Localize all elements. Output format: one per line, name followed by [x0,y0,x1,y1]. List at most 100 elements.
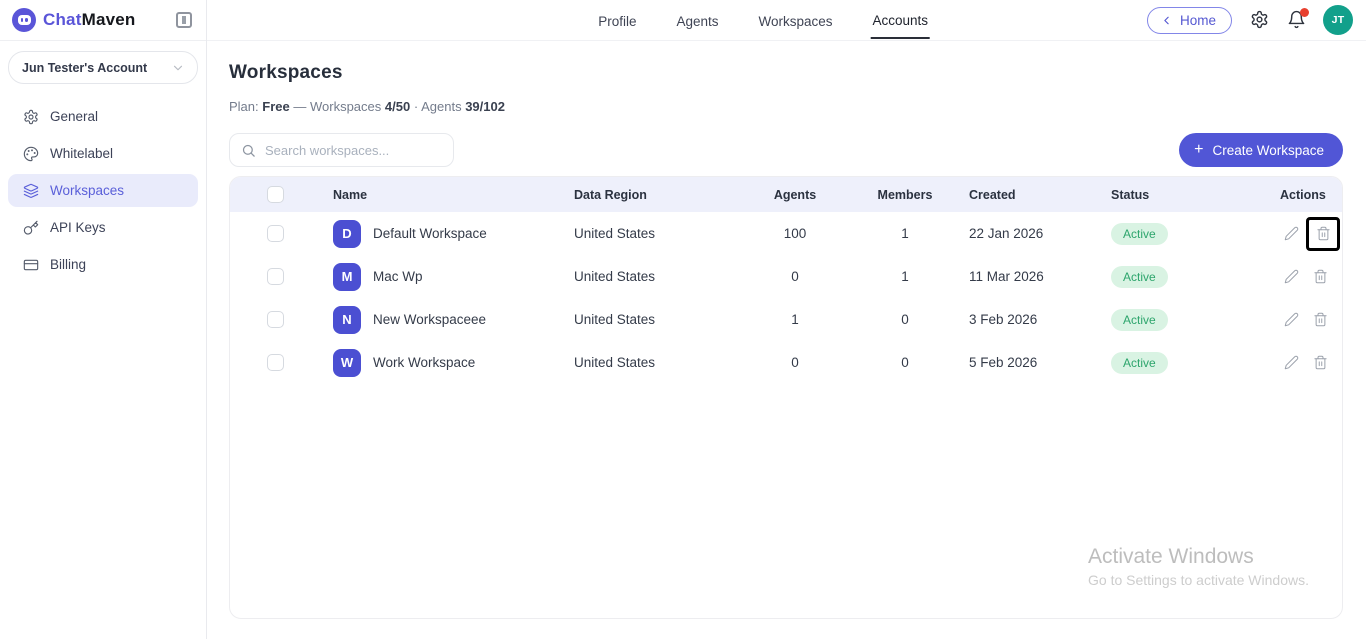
workspaces-table: Name Data Region Agents Members Created … [229,176,1343,619]
workspace-agents: 100 [730,226,860,241]
sidebar-item-workspaces[interactable]: Workspaces [8,174,198,207]
pencil-icon [1284,312,1299,327]
workspaces-count: 4/50 [385,99,410,114]
pencil-icon [1284,355,1299,370]
edit-workspace-button[interactable] [1280,223,1302,245]
edit-workspace-button[interactable] [1280,266,1302,288]
sidebar-collapse-icon[interactable] [176,12,192,28]
pencil-icon [1284,269,1299,284]
tab-workspaces[interactable]: Workspaces [756,3,834,38]
table-row: D Default Workspace United States 100 1 … [230,212,1342,255]
col-header-created: Created [950,188,1110,202]
trash-icon [1316,226,1331,241]
workspace-members: 1 [860,269,950,284]
workspace-avatar: W [333,349,361,377]
home-button[interactable]: Home [1147,7,1232,34]
col-header-status: Status [1110,188,1280,202]
workspace-avatar: N [333,306,361,334]
main-area: Profile Agents Workspaces Accounts Home … [207,0,1366,639]
gear-icon [23,109,39,125]
sidebar-item-label: Workspaces [50,183,124,198]
row-checkbox[interactable] [267,354,284,371]
status-badge: Active [1111,266,1168,288]
notifications-button[interactable] [1286,10,1306,30]
topbar: Profile Agents Workspaces Accounts Home … [207,0,1366,41]
col-header-data-region: Data Region [565,188,730,202]
key-icon [23,220,39,236]
trash-icon [1313,355,1328,370]
settings-button[interactable] [1249,10,1269,30]
trash-icon [1313,312,1328,327]
chevron-down-icon [171,61,185,75]
delete-workspace-button[interactable] [1309,352,1331,374]
create-workspace-button[interactable]: + Create Workspace [1179,133,1343,167]
col-header-agents: Agents [730,188,860,202]
select-all-checkbox[interactable] [267,186,284,203]
top-nav: Profile Agents Workspaces Accounts [596,0,930,40]
plus-icon: + [1194,142,1203,158]
brand-logo[interactable]: ChatMaven [12,8,136,32]
edit-workspace-button[interactable] [1280,309,1302,331]
workspace-agents: 0 [730,269,860,284]
credit-card-icon [23,257,39,273]
app-window: ChatMaven Jun Tester's Account General W… [0,0,1366,639]
table-row: N New Workspaceee United States 1 0 3 Fe… [230,298,1342,341]
col-header-actions: Actions [1280,188,1343,202]
delete-workspace-button-highlighted[interactable] [1309,220,1337,248]
chatmaven-logo-icon [12,8,36,32]
palette-icon [23,146,39,162]
sidebar-item-billing[interactable]: Billing [8,248,198,281]
workspace-name: Mac Wp [373,269,423,284]
workspace-name: New Workspaceee [373,312,486,327]
sidebar-item-api-keys[interactable]: API Keys [8,211,198,244]
tab-profile[interactable]: Profile [596,3,638,38]
watermark-title: Activate Windows [1088,545,1309,569]
sidebar-item-whitelabel[interactable]: Whitelabel [8,137,198,170]
workspace-created: 3 Feb 2026 [950,312,1110,327]
account-name: Jun Tester's Account [22,61,147,75]
workspace-name: Work Workspace [373,355,475,370]
plan-value: Free [262,99,289,114]
workspace-region: United States [565,226,730,241]
agents-count: 39/102 [465,99,505,114]
tab-agents[interactable]: Agents [674,3,720,38]
search-input[interactable] [265,143,443,158]
workspace-region: United States [565,312,730,327]
sidebar-item-label: Whitelabel [50,146,113,161]
account-selector[interactable]: Jun Tester's Account [8,51,198,84]
sidebar-header: ChatMaven [0,0,206,41]
col-header-name: Name [320,188,565,202]
sidebar-item-label: General [50,109,98,124]
gear-icon [1250,10,1269,29]
row-checkbox[interactable] [267,268,284,285]
pencil-icon [1284,226,1299,241]
table-row: M Mac Wp United States 0 1 11 Mar 2026 A… [230,255,1342,298]
workspace-agents: 0 [730,355,860,370]
sidebar-item-general[interactable]: General [8,100,198,133]
row-checkbox[interactable] [267,225,284,242]
search-box[interactable] [229,133,454,167]
content: Workspaces Plan: Free — Workspaces 4/50 … [207,41,1366,639]
user-avatar[interactable]: JT [1323,5,1353,35]
page-title: Workspaces [229,62,1343,84]
topbar-actions: Home JT [1147,5,1353,35]
home-button-label: Home [1180,13,1216,28]
watermark-subtitle: Go to Settings to activate Windows. [1088,572,1309,588]
sidebar-item-label: Billing [50,257,86,272]
brand-name: ChatMaven [43,10,136,30]
delete-workspace-button[interactable] [1309,309,1331,331]
workspace-region: United States [565,269,730,284]
plan-summary: Plan: Free — Workspaces 4/50 · Agents 39… [229,99,1343,114]
toolbar: + Create Workspace [229,133,1343,167]
workspace-region: United States [565,355,730,370]
edit-workspace-button[interactable] [1280,352,1302,374]
activate-windows-watermark: Activate Windows Go to Settings to activ… [1088,545,1309,588]
table-row: W Work Workspace United States 0 0 5 Feb… [230,341,1342,384]
delete-workspace-button[interactable] [1309,266,1331,288]
row-checkbox[interactable] [267,311,284,328]
status-badge: Active [1111,352,1168,374]
layers-icon [23,183,39,199]
workspace-avatar: M [333,263,361,291]
tab-accounts[interactable]: Accounts [871,2,931,39]
create-workspace-label: Create Workspace [1212,143,1324,158]
